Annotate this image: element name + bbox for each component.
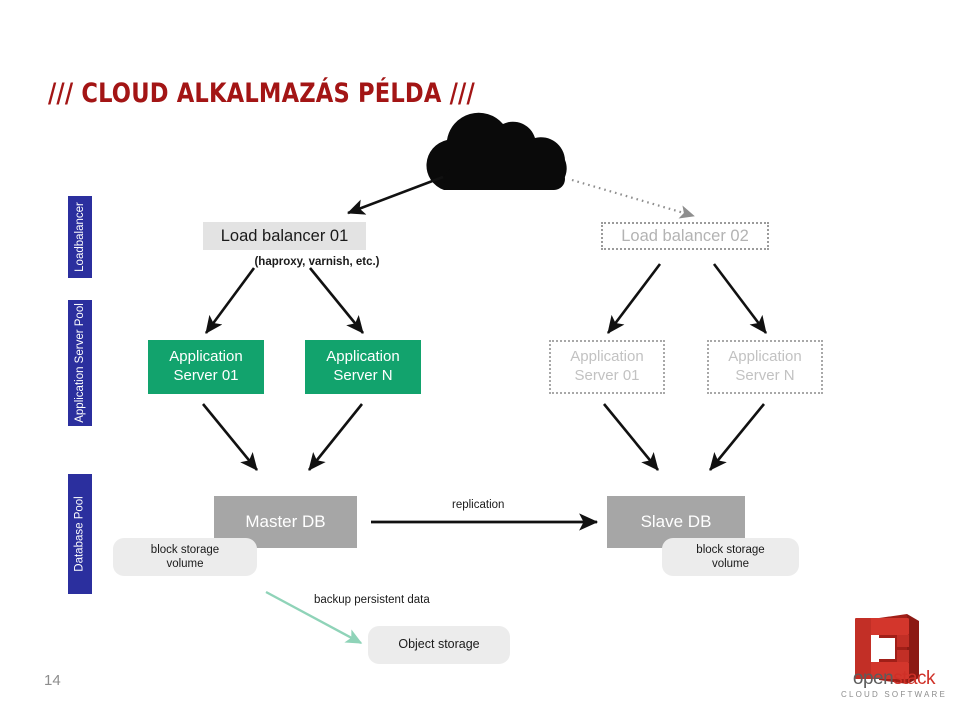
node-application-server-01-standby-line2: Server 01 bbox=[574, 367, 640, 384]
node-application-server-01-standby-line1: Application bbox=[570, 348, 644, 366]
node-application-server-01-line1: Application bbox=[169, 348, 243, 366]
tier-band-application-server-pool: Application Server Pool bbox=[68, 300, 92, 426]
openstack-tagline: CLOUD SOFTWARE bbox=[840, 690, 948, 699]
node-load-balancer-02: Load balancer 02 bbox=[601, 222, 769, 250]
node-application-server-n-standby-line2: Server N bbox=[735, 367, 795, 384]
node-slave-block-storage-volume-line1: block storage bbox=[696, 543, 765, 556]
arrow-app01-standby-to-slavedb bbox=[602, 403, 660, 471]
node-master-block-storage-volume-label: block storage volume bbox=[151, 543, 219, 572]
node-application-server-n: Application Server N bbox=[305, 340, 421, 394]
tier-band-loadbalancer: Loadbalancer bbox=[68, 196, 92, 278]
arrow-lb02-to-app01-standby bbox=[606, 263, 662, 334]
openstack-wordmark-part2: stack bbox=[893, 668, 936, 689]
page-title: /// CLOUD ALKALMAZÁS PÉLDA /// bbox=[48, 78, 475, 109]
openstack-wordmark: openstack bbox=[835, 668, 953, 690]
arrow-lb01-to-appn bbox=[308, 267, 365, 334]
node-master-block-storage-volume-line1: block storage bbox=[150, 543, 220, 556]
node-application-server-n-line1: Application bbox=[326, 348, 400, 366]
node-application-server-n-standby-line1: Application bbox=[728, 348, 802, 366]
node-application-server-n-standby-label: Application Server N bbox=[728, 348, 801, 386]
node-master-db-label: Master DB bbox=[245, 512, 326, 532]
node-load-balancer-01-note: (haproxy, varnish, etc.) bbox=[254, 256, 380, 268]
node-master-block-storage-volume-line2: volume bbox=[166, 558, 204, 570]
label-backup-persistent-data: backup persistent data bbox=[314, 594, 430, 606]
node-application-server-n-standby: Application Server N bbox=[707, 340, 823, 394]
tier-band-loadbalancer-label: Loadbalancer bbox=[74, 202, 87, 272]
node-load-balancer-01-label: Load balancer 01 bbox=[220, 226, 349, 245]
node-load-balancer-01: Load balancer 01 bbox=[203, 222, 366, 250]
arrow-appn-standby-to-slavedb bbox=[708, 403, 766, 471]
cloud-icon bbox=[426, 112, 567, 190]
node-load-balancer-02-label: Load balancer 02 bbox=[621, 226, 749, 245]
label-replication: replication bbox=[452, 499, 505, 511]
node-slave-db-label: Slave DB bbox=[640, 512, 712, 532]
node-object-storage-label: Object storage bbox=[398, 637, 480, 652]
openstack-wordmark-part1: open bbox=[852, 668, 894, 689]
node-application-server-01-standby-label: Application Server 01 bbox=[570, 348, 643, 386]
slide-canvas: /// CLOUD ALKALMAZÁS PÉLDA /// Loadbalan… bbox=[0, 0, 960, 720]
tier-band-application-server-pool-label: Application Server Pool bbox=[74, 303, 87, 423]
tier-band-database-pool: Database Pool bbox=[68, 474, 92, 594]
arrow-app01-to-masterdb bbox=[201, 403, 259, 471]
arrow-cloud-to-lb01 bbox=[347, 175, 444, 215]
page-number: 14 bbox=[44, 672, 61, 689]
node-slave-block-storage-volume: block storage volume bbox=[662, 538, 799, 576]
arrow-cloud-to-lb02 bbox=[571, 178, 695, 219]
node-application-server-01-standby: Application Server 01 bbox=[549, 340, 665, 394]
tier-band-database-pool-label: Database Pool bbox=[74, 496, 87, 572]
node-application-server-n-line2: Server N bbox=[333, 367, 393, 384]
node-application-server-n-label: Application Server N bbox=[326, 348, 399, 386]
arrow-appn-to-masterdb bbox=[307, 403, 364, 471]
node-slave-block-storage-volume-line2: volume bbox=[711, 558, 750, 570]
node-application-server-01-line2: Server 01 bbox=[173, 367, 239, 384]
node-slave-block-storage-volume-label: block storage volume bbox=[696, 543, 764, 572]
arrow-lb02-to-appn-standby bbox=[712, 263, 768, 334]
node-object-storage: Object storage bbox=[368, 626, 510, 664]
node-application-server-01: Application Server 01 bbox=[148, 340, 264, 394]
node-application-server-01-label: Application Server 01 bbox=[169, 348, 242, 386]
node-master-block-storage-volume: block storage volume bbox=[113, 538, 257, 576]
arrow-lb01-to-app01 bbox=[204, 267, 256, 334]
